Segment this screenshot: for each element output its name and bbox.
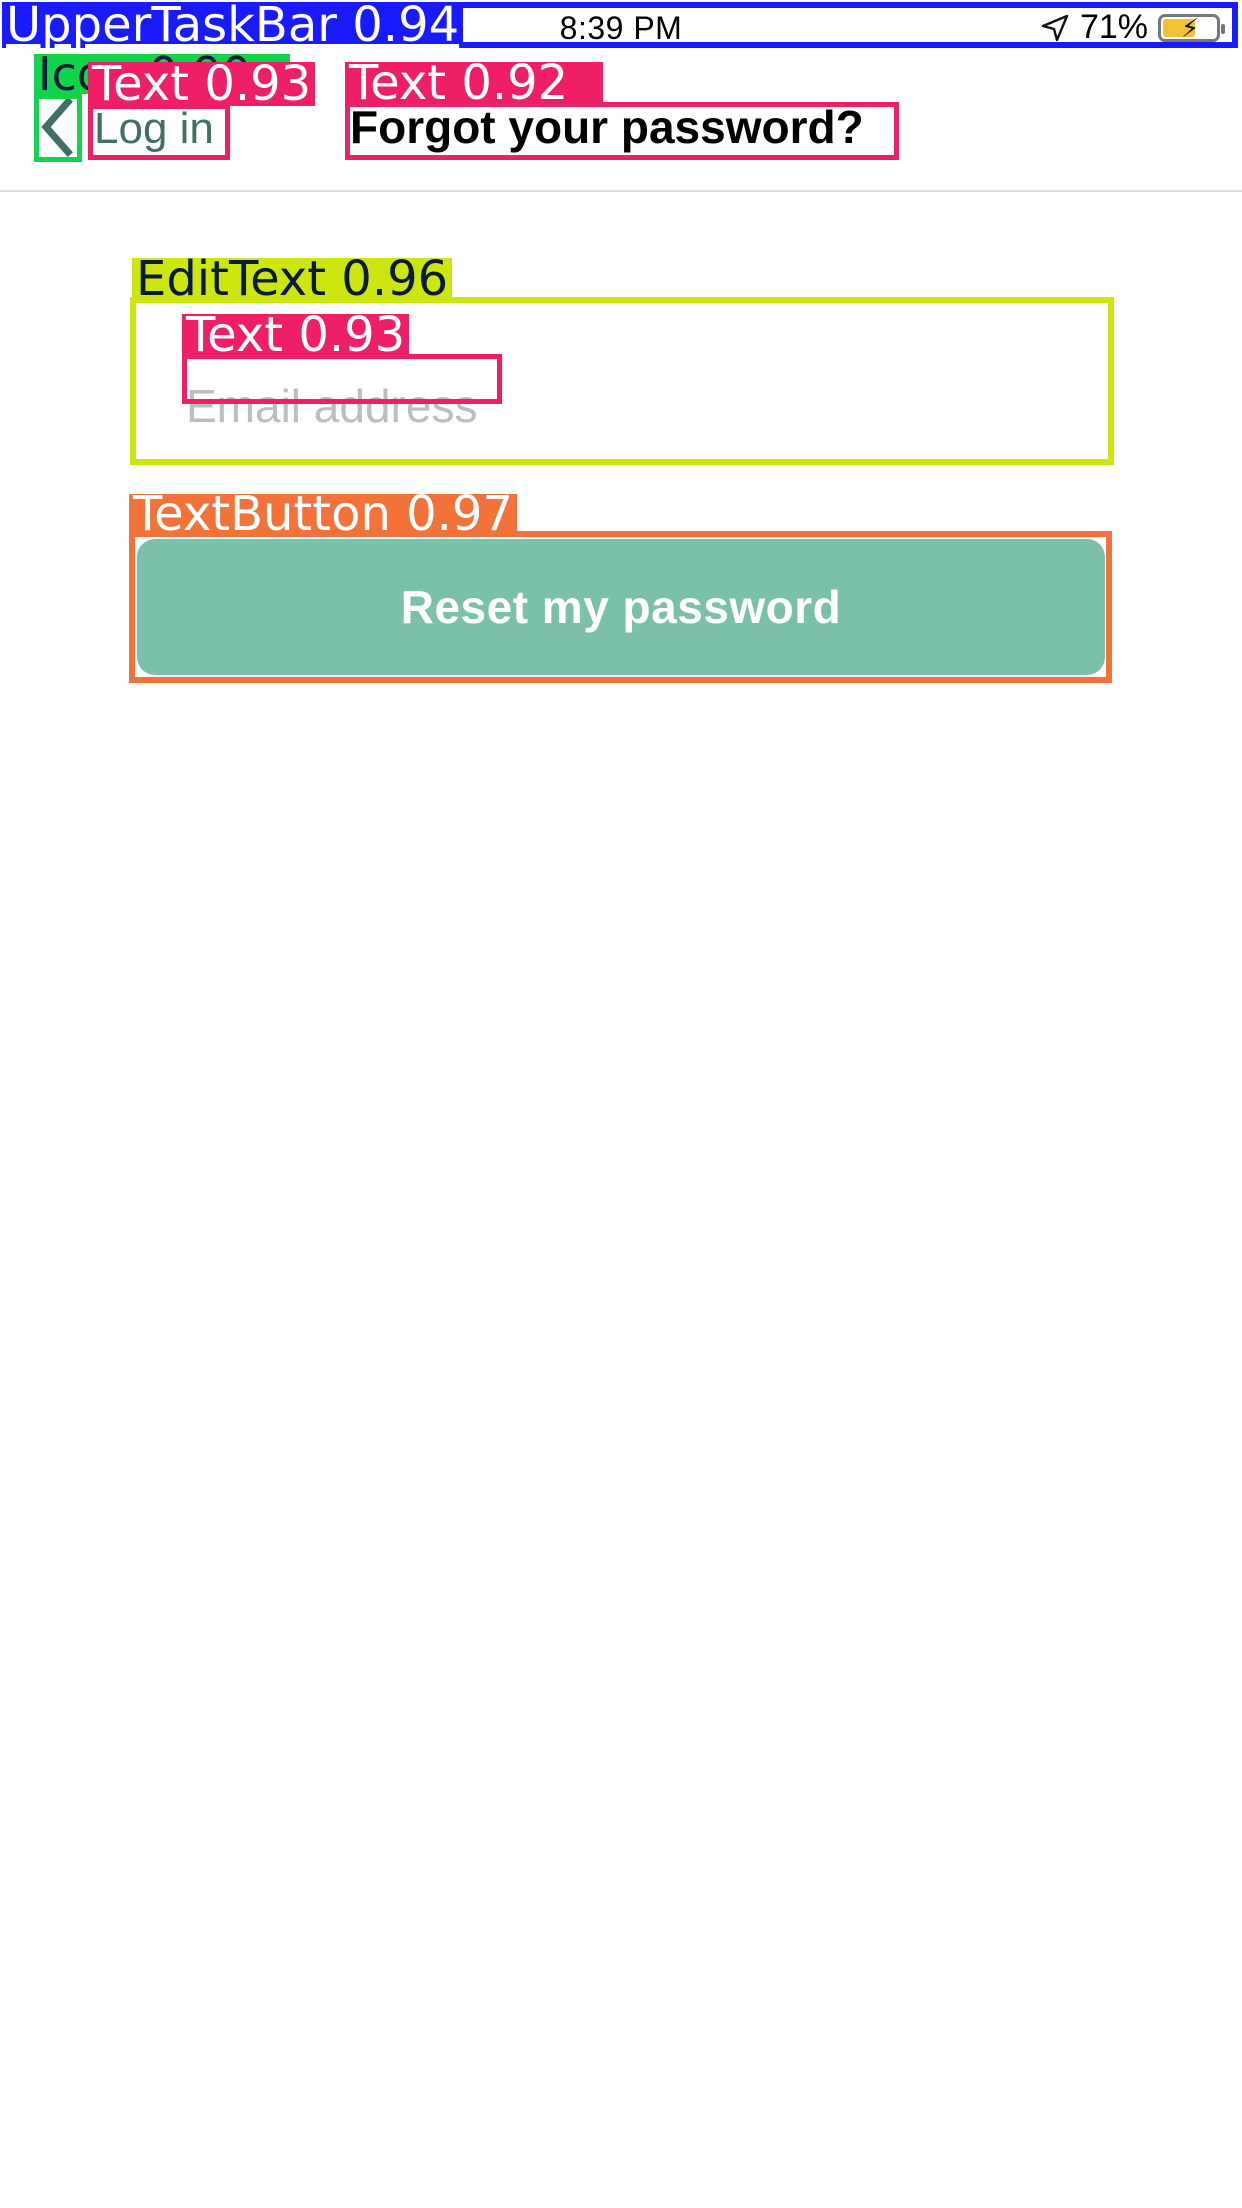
annotation-label-back-label: Text 0.93 — [88, 60, 316, 108]
annotation-label-button: TextButton 0.97 — [129, 490, 517, 538]
annotation-box-back-icon — [34, 94, 82, 162]
header-divider — [0, 190, 1242, 192]
annotation-label-status-bar: UpperTaskBar 0.94 — [2, 1, 464, 49]
annotation-box-back-label — [88, 104, 230, 160]
annotation-box-button — [129, 531, 1112, 683]
annotation-label-edit-text: EditText 0.96 — [132, 255, 453, 303]
annotation-label-hint: Text 0.93 — [182, 311, 410, 359]
annotation-label-title: Text 0.92 — [345, 59, 603, 107]
